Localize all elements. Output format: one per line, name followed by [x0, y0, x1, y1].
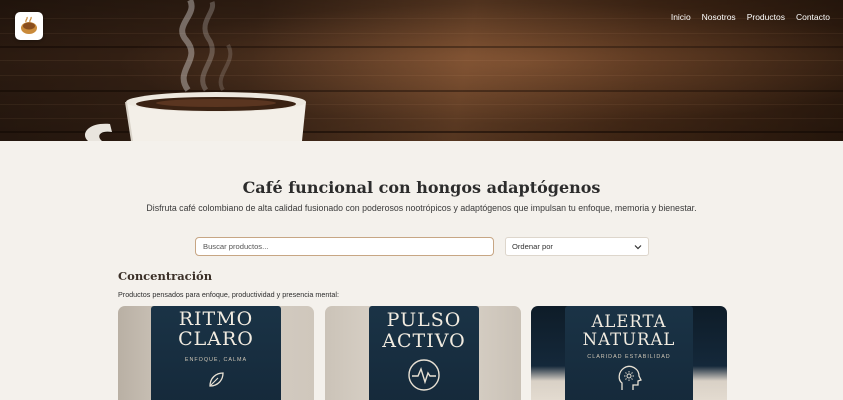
product-name-line1: RITMO [178, 308, 254, 330]
search-input[interactable]: Buscar productos... [195, 237, 494, 256]
section-title: Concentración [118, 269, 213, 283]
nav-inicio[interactable]: Inicio [671, 12, 691, 22]
main-nav: Inicio Nosotros Productos Contacto [671, 12, 830, 22]
pulse-icon [408, 359, 440, 391]
page-title: Café funcional con hongos adaptógenos [242, 178, 601, 197]
product-card-alerta-natural[interactable]: ALERTA NATURAL CLARIDAD ESTABILIDAD [531, 306, 727, 400]
nav-nosotros[interactable]: Nosotros [702, 12, 736, 22]
product-card-pulso-activo[interactable]: PULSO ACTIVO [325, 306, 521, 400]
product-bag: ALERTA NATURAL CLARIDAD ESTABILIDAD [565, 306, 693, 400]
nav-productos[interactable]: Productos [747, 12, 785, 22]
product-bag: PULSO ACTIVO [369, 306, 479, 400]
coffee-logo-icon [21, 16, 37, 34]
coffee-cup-image [84, 92, 306, 141]
logo[interactable] [15, 12, 43, 40]
nav-contacto[interactable]: Contacto [796, 12, 830, 22]
page-subtitle: Disfruta café colombiano de alta calidad… [146, 203, 697, 213]
chevron-down-icon [634, 244, 642, 249]
product-tagline: CLARIDAD ESTABILIDAD [587, 354, 671, 360]
product-name-line2: ACTIVO [382, 330, 466, 352]
search-placeholder: Buscar productos... [203, 242, 269, 251]
product-name-line2: CLARO [178, 328, 254, 350]
product-name-line1: PULSO [386, 309, 462, 331]
sort-select[interactable]: Ordenar por [505, 237, 649, 256]
steam-image [179, 0, 233, 92]
sort-label: Ordenar por [512, 242, 553, 251]
product-bag: RITMO CLARO ENFOQUE, CALMA [151, 306, 281, 400]
section-description: Productos pensados para enfoque, product… [118, 290, 339, 299]
product-card-ritmo-claro[interactable]: RITMO CLARO ENFOQUE, CALMA [118, 306, 314, 400]
product-tagline: ENFOQUE, CALMA [184, 357, 248, 363]
leaf-icon [209, 372, 224, 387]
head-icon [618, 365, 642, 390]
product-name-line1: ALERTA [591, 312, 667, 331]
product-name-line2: NATURAL [582, 330, 676, 349]
